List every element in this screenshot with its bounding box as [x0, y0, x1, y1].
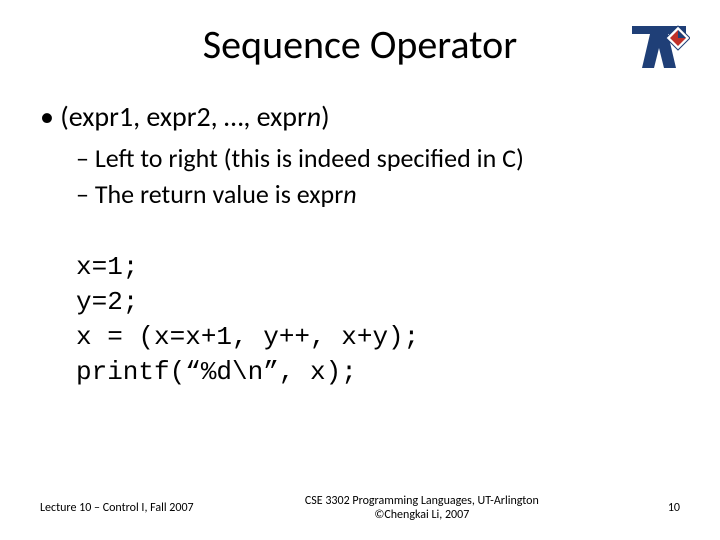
footer-left: Lecture 10 – Control I, Fall 2007 — [40, 501, 194, 515]
footer-center-1: CSE 3302 Programming Languages, UT-Arlin… — [194, 494, 650, 508]
sub-bullet-1: Left to right (this is indeed specified … — [76, 142, 680, 174]
bullet-text-n: n — [307, 99, 321, 134]
footer-center-2: ©Chengkai Li, 2007 — [194, 508, 650, 522]
code-line-4: printf(“%d\n”, x); — [76, 355, 680, 390]
code-line-1: x=1; — [76, 250, 680, 285]
slide: Sequence Operator (expr1, expr2, …, expr… — [0, 0, 720, 540]
footer-center: CSE 3302 Programming Languages, UT-Arlin… — [194, 494, 650, 522]
bullet-main: (expr1, expr2, …, exprn) — [40, 99, 680, 134]
code-line-3: x = (x=x+1, y++, x+y); — [76, 320, 680, 355]
code-line-2: y=2; — [76, 285, 680, 320]
page-number: 10 — [650, 501, 680, 515]
bullet-text-pre: (expr1, expr2, …, expr — [60, 99, 306, 134]
bullet-text-post: ) — [321, 99, 330, 134]
university-logo-icon — [628, 20, 690, 80]
footer: Lecture 10 – Control I, Fall 2007 CSE 33… — [0, 494, 720, 522]
sub-bullet-2: The return value is exprn — [76, 178, 680, 210]
sub2-n: n — [343, 178, 356, 210]
title-row: Sequence Operator — [40, 20, 680, 69]
slide-title: Sequence Operator — [40, 20, 680, 69]
sub2-pre: The return value is expr — [95, 178, 343, 210]
code-block: x=1; y=2; x = (x=x+1, y++, x+y); printf(… — [76, 250, 680, 390]
